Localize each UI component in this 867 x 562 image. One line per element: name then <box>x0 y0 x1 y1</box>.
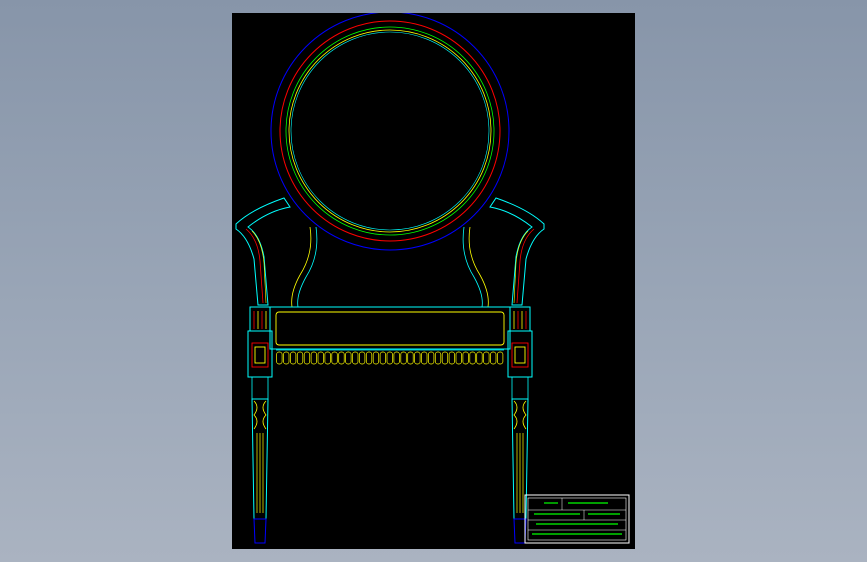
apron-flute <box>497 351 504 365</box>
apron-flute <box>310 351 317 365</box>
apron-flute <box>421 351 428 365</box>
apron-flute <box>296 351 304 365</box>
left-leg <box>247 306 273 544</box>
apron-flute <box>317 351 324 365</box>
apron-flute <box>338 351 345 365</box>
apron-flute <box>393 351 400 365</box>
apron-flute <box>400 351 407 365</box>
apron-flute <box>345 351 352 365</box>
apron-flute <box>462 351 469 365</box>
chair-drawing <box>235 13 630 544</box>
apron-flute <box>441 351 449 365</box>
title-block <box>525 495 629 543</box>
apron-flute <box>365 351 373 365</box>
apron-flute <box>359 351 366 365</box>
right-arm <box>489 197 545 306</box>
drawing-sheet <box>232 13 635 549</box>
apron-flute <box>469 351 476 365</box>
apron-flute <box>483 351 490 365</box>
apron-flute <box>448 351 455 365</box>
apron-flute <box>386 351 393 365</box>
apron-flute <box>414 351 421 365</box>
chair-back-medallion <box>270 13 510 251</box>
apron-flute <box>379 351 386 365</box>
apron-flute <box>428 351 435 365</box>
apron-flute <box>283 351 290 365</box>
apron-flute <box>331 351 338 365</box>
apron-flute <box>324 351 331 365</box>
left-arm <box>235 197 291 306</box>
apron-flute <box>290 351 297 365</box>
apron-flute <box>455 351 462 365</box>
apron-flute <box>407 351 414 365</box>
apron-flute <box>352 351 359 365</box>
apron-flute <box>372 351 380 365</box>
fluted-apron <box>276 349 504 365</box>
apron-flute <box>476 351 483 365</box>
apron-flute <box>434 351 442 365</box>
apron-flute <box>490 351 497 365</box>
apron-flute <box>303 351 311 365</box>
back-supports <box>291 226 489 308</box>
apron-flute <box>276 351 283 365</box>
seat-rail <box>269 306 511 350</box>
